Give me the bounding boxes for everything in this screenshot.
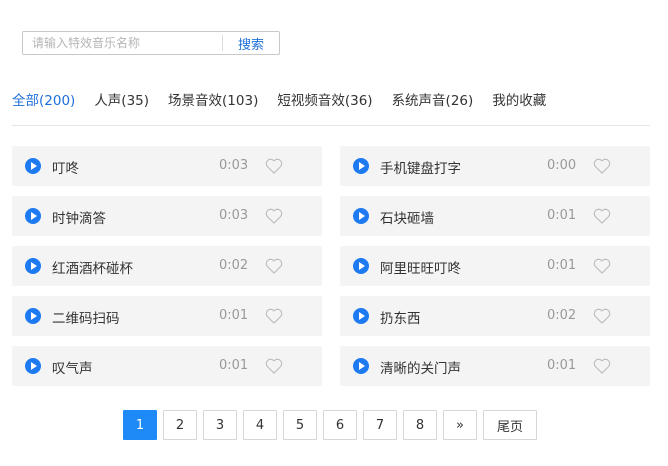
play-icon[interactable] — [353, 358, 369, 374]
sound-item[interactable]: 红酒酒杯碰杯 0:02 — [12, 246, 322, 286]
sound-duration: 0:01 — [547, 358, 577, 373]
sound-duration: 0:02 — [219, 258, 249, 273]
sound-item[interactable]: 手机键盘打字 0:00 — [340, 146, 650, 186]
search-box: 搜索 — [22, 31, 280, 55]
heart-icon[interactable] — [592, 156, 612, 176]
play-icon[interactable] — [353, 308, 369, 324]
tab-my-favorites[interactable]: 我的收藏 — [492, 89, 546, 109]
tab-short-video-effects[interactable]: 短视频音效(36) — [277, 89, 372, 109]
page-button[interactable]: 4 — [243, 410, 277, 440]
search-input[interactable] — [23, 33, 222, 53]
last-page-button[interactable]: 尾页 — [483, 410, 537, 440]
play-icon[interactable] — [25, 358, 41, 374]
sound-duration: 0:01 — [219, 358, 249, 373]
sound-name: 石块砸墙 — [380, 211, 434, 227]
sound-item[interactable]: 阿里旺旺叮咚 0:01 — [340, 246, 650, 286]
sound-item[interactable]: 扔东西 0:02 — [340, 296, 650, 336]
play-icon[interactable] — [353, 258, 369, 274]
sound-name: 手机键盘打字 — [380, 161, 461, 177]
sound-name: 时钟滴答 — [52, 211, 106, 227]
divider — [12, 125, 650, 126]
search-button[interactable]: 搜索 — [223, 34, 279, 53]
play-icon[interactable] — [25, 258, 41, 274]
heart-icon[interactable] — [264, 156, 284, 176]
sound-duration: 0:01 — [547, 208, 577, 223]
sound-item[interactable]: 清晰的关门声 0:01 — [340, 346, 650, 386]
sound-duration: 0:01 — [219, 308, 249, 323]
play-icon[interactable] — [25, 308, 41, 324]
sound-duration: 0:03 — [219, 208, 249, 223]
page-button[interactable]: 2 — [163, 410, 197, 440]
sound-duration: 0:00 — [547, 158, 577, 173]
tab-voice[interactable]: 人声(35) — [94, 89, 149, 109]
sound-item[interactable]: 叹气声 0:01 — [12, 346, 322, 386]
category-tabs: 全部(200) 人声(35) 场景音效(103) 短视频音效(36) 系统声音(… — [12, 89, 546, 109]
page-button[interactable]: 7 — [363, 410, 397, 440]
heart-icon[interactable] — [592, 356, 612, 376]
tab-system-sounds[interactable]: 系统声音(26) — [392, 89, 474, 109]
next-page-button[interactable]: » — [443, 410, 477, 440]
sound-item[interactable]: 石块砸墙 0:01 — [340, 196, 650, 236]
tab-all[interactable]: 全部(200) — [12, 89, 75, 109]
sound-name: 阿里旺旺叮咚 — [380, 261, 461, 277]
play-icon[interactable] — [25, 208, 41, 224]
sound-item[interactable]: 二维码扫码 0:01 — [12, 296, 322, 336]
sound-name: 清晰的关门声 — [380, 361, 461, 377]
tab-scene-effects[interactable]: 场景音效(103) — [168, 89, 258, 109]
sound-list: 叮咚 0:03 手机键盘打字 0:00 时钟滴答 0:03 石块砸墙 0:01 红酒酒杯碰杯 0:… — [12, 146, 650, 386]
heart-icon[interactable] — [592, 206, 612, 226]
page-button[interactable]: 5 — [283, 410, 317, 440]
sound-duration: 0:02 — [547, 308, 577, 323]
heart-icon[interactable] — [264, 306, 284, 326]
page-button[interactable]: 3 — [203, 410, 237, 440]
sound-name: 叮咚 — [52, 161, 79, 177]
play-icon[interactable] — [25, 158, 41, 174]
sound-item[interactable]: 叮咚 0:03 — [12, 146, 322, 186]
sound-name: 红酒酒杯碰杯 — [52, 261, 133, 277]
heart-icon[interactable] — [264, 256, 284, 276]
sound-duration: 0:01 — [547, 258, 577, 273]
sound-name: 叹气声 — [52, 361, 93, 377]
page-button[interactable]: 1 — [123, 410, 157, 440]
play-icon[interactable] — [353, 208, 369, 224]
play-icon[interactable] — [353, 158, 369, 174]
sound-name: 扔东西 — [380, 311, 421, 327]
sound-name: 二维码扫码 — [52, 311, 120, 327]
heart-icon[interactable] — [264, 206, 284, 226]
pagination: 1 2 3 4 5 6 7 8 » 尾页 — [123, 410, 537, 440]
heart-icon[interactable] — [592, 306, 612, 326]
page-button[interactable]: 8 — [403, 410, 437, 440]
sound-duration: 0:03 — [219, 158, 249, 173]
sound-item[interactable]: 时钟滴答 0:03 — [12, 196, 322, 236]
heart-icon[interactable] — [264, 356, 284, 376]
page-button[interactable]: 6 — [323, 410, 357, 440]
heart-icon[interactable] — [592, 256, 612, 276]
